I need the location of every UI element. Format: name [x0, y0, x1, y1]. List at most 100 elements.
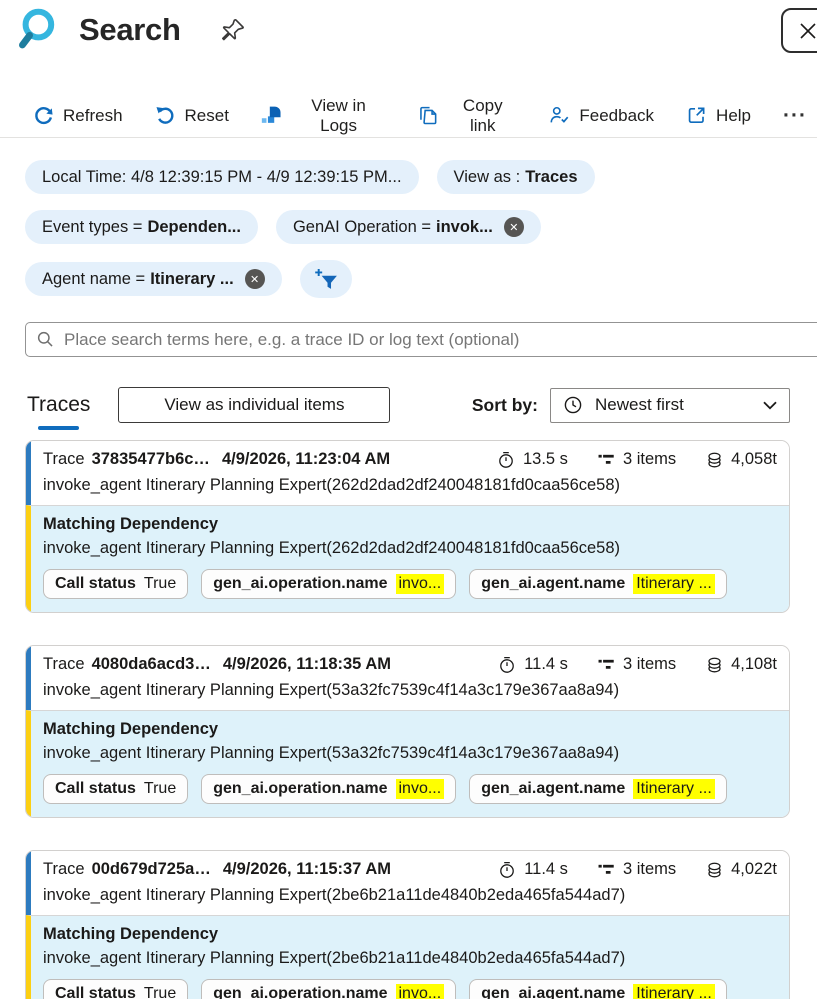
trace-label: Trace: [43, 450, 85, 468]
more-commands-button[interactable]: ···: [783, 104, 817, 128]
duration-metric: 11.4 s: [498, 860, 568, 879]
reset-icon: [155, 105, 176, 126]
filter-label: Agent name =: [42, 269, 146, 288]
search-panel: Search Refresh Reset View in Logs Copy l…: [0, 0, 817, 999]
search-logo-icon: [16, 5, 64, 55]
trace-timestamp: 4/9/2026, 11:23:04 AM: [221, 450, 391, 468]
tokens-metric: 4,108t: [706, 655, 777, 674]
feedback-person-icon: [549, 105, 570, 126]
filter-pill-view-as[interactable]: View as : Traces: [436, 160, 595, 194]
external-link-icon: [686, 105, 707, 126]
page-title: Search: [79, 12, 181, 47]
search-box: [25, 322, 817, 357]
filter-pill-agent-name[interactable]: Agent name = Itinerary ... ✕: [25, 262, 282, 296]
view-as-individual-items-button[interactable]: View as individual items: [118, 387, 391, 423]
items-value: 3 items: [622, 450, 677, 468]
filter-pill-event-types[interactable]: Event types = Dependen...: [25, 210, 258, 244]
items-value: 3 items: [622, 860, 677, 878]
tag-operation-name: gen_ai.operation.name invo...: [201, 569, 457, 599]
refresh-button[interactable]: Refresh: [33, 105, 123, 126]
filter-pill-local-time[interactable]: Local Time: 4/8 12:39:15 PM - 4/9 12:39:…: [25, 160, 419, 194]
toolbar-label: Reset: [184, 105, 229, 125]
sort-order-value: Newest first: [595, 395, 684, 414]
tag-agent-name: gen_ai.agent.name Itinerary ...: [469, 979, 727, 999]
duration-value: 13.5 s: [522, 450, 568, 468]
tag-call-status: Call status True: [43, 774, 189, 804]
trace-timestamp: 4/9/2026, 11:18:35 AM: [222, 655, 391, 673]
tag-row: Call status True gen_ai.operation.name i…: [43, 569, 777, 599]
stopwatch-icon: [497, 451, 515, 469]
chevron-down-icon: [763, 401, 777, 410]
tokens-value: 4,022t: [731, 860, 777, 878]
trace-operation: invoke_agent Itinerary Planning Expert(2…: [43, 886, 626, 904]
sort-order-select[interactable]: Newest first: [550, 387, 790, 423]
items-icon: [598, 657, 615, 672]
sort-by-label: Sort by:: [471, 394, 538, 415]
reset-button[interactable]: Reset: [155, 105, 229, 126]
toolbar-label: Help: [716, 105, 752, 125]
tag-call-status: Call status True: [43, 979, 189, 999]
duration-value: 11.4 s: [524, 860, 568, 878]
tag-call-status: Call status True: [43, 569, 189, 599]
filter-pill-genai-operation[interactable]: GenAI Operation = invok... ✕: [275, 210, 541, 244]
search-icon: [36, 330, 55, 349]
stopwatch-icon: [498, 861, 516, 879]
trace-card[interactable]: Trace 00d679d725a… 4/9/2026, 11:15:37 AM…: [25, 850, 790, 999]
match-operation: invoke_agent Itinerary Planning Expert(2…: [43, 539, 621, 557]
toolbar-label: Copy link: [462, 95, 503, 135]
items-metric: 3 items: [598, 655, 676, 674]
matching-dependency-section: Matching Dependency invoke_agent Itinera…: [26, 710, 789, 817]
tokens-icon: [706, 656, 723, 674]
tag-row: Call status True gen_ai.operation.name i…: [43, 979, 777, 999]
items-metric: 3 items: [598, 450, 676, 469]
search-input[interactable]: [64, 329, 817, 350]
toolbar-label: Feedback: [579, 105, 655, 125]
logs-icon: [261, 105, 282, 126]
results-bar: Traces View as individual items Sort by:…: [25, 387, 790, 430]
remove-filter-icon[interactable]: ✕: [503, 217, 524, 237]
toolbar-label: View in Logs: [311, 95, 366, 135]
filter-label: GenAI Operation =: [292, 217, 431, 236]
tokens-metric: 4,058t: [706, 450, 777, 469]
view-in-logs-button[interactable]: View in Logs: [261, 96, 386, 136]
trace-summary: Trace 4080da6acd3… 4/9/2026, 11:18:35 AM…: [26, 646, 789, 710]
matching-dependency-section: Matching Dependency invoke_agent Itinera…: [26, 915, 789, 999]
filter-text: Local Time: 4/8 12:39:15 PM - 4/9 12:39:…: [42, 167, 402, 186]
tag-agent-name: gen_ai.agent.name Itinerary ...: [469, 774, 727, 804]
trace-id: 4080da6acd3…: [91, 655, 211, 673]
matching-dependency-section: Matching Dependency invoke_agent Itinera…: [26, 505, 789, 612]
remove-filter-icon[interactable]: ✕: [244, 269, 265, 289]
match-title: Matching Dependency: [43, 720, 219, 738]
pin-icon[interactable]: [219, 17, 246, 44]
tag-row: Call status True gen_ai.operation.name i…: [43, 774, 777, 804]
trace-summary: Trace 37835477b6c… 4/9/2026, 11:23:04 AM…: [26, 441, 789, 505]
duration-metric: 13.5 s: [497, 450, 568, 469]
tokens-icon: [706, 861, 723, 879]
trace-label: Trace: [43, 655, 85, 673]
tokens-value: 4,108t: [731, 655, 777, 673]
items-value: 3 items: [622, 655, 677, 673]
add-filter-funnel-icon: [314, 267, 338, 291]
tokens-value: 4,058t: [731, 450, 777, 468]
match-operation: invoke_agent Itinerary Planning Expert(2…: [43, 949, 626, 967]
trace-card[interactable]: Trace 37835477b6c… 4/9/2026, 11:23:04 AM…: [25, 440, 790, 613]
add-filter-button[interactable]: [299, 260, 352, 298]
match-title: Matching Dependency: [43, 925, 219, 943]
header: Search: [0, 0, 817, 60]
filter-row: Local Time: 4/8 12:39:15 PM - 4/9 12:39:…: [25, 160, 817, 194]
copy-link-button[interactable]: Copy link: [418, 96, 517, 136]
tag-agent-name: gen_ai.agent.name Itinerary ...: [469, 569, 727, 599]
trace-card[interactable]: Trace 4080da6acd3… 4/9/2026, 11:18:35 AM…: [25, 645, 790, 818]
tag-operation-name: gen_ai.operation.name invo...: [201, 979, 457, 999]
close-button[interactable]: [781, 8, 817, 53]
trace-id: 37835477b6c…: [91, 450, 210, 468]
filter-label: View as :: [453, 167, 521, 186]
filter-row: Event types = Dependen... GenAI Operatio…: [25, 210, 817, 244]
duration-metric: 11.4 s: [498, 655, 568, 674]
items-metric: 3 items: [598, 860, 676, 879]
help-button[interactable]: Help: [686, 105, 751, 126]
tab-traces[interactable]: Traces: [25, 393, 92, 430]
feedback-button[interactable]: Feedback: [549, 105, 654, 126]
trace-summary: Trace 00d679d725a… 4/9/2026, 11:15:37 AM…: [26, 851, 789, 915]
filter-value: invok...: [436, 217, 493, 236]
